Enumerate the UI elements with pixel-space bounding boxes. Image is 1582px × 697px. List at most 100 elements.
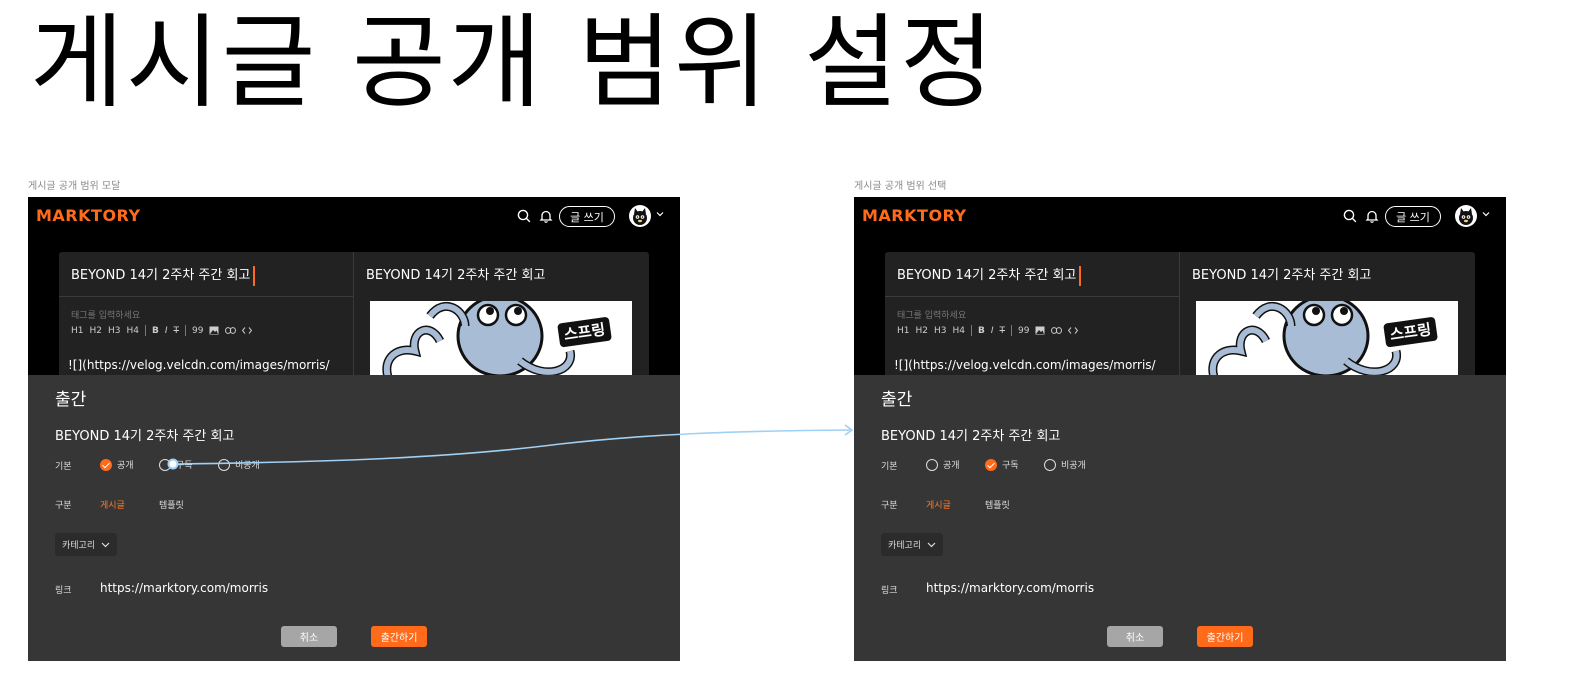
modal-post-title: BEYOND 14기 2주차 주간 회고 [881, 429, 1061, 444]
image-icon[interactable] [209, 326, 219, 335]
frame-label: 게시글 공개 범위 선택 [854, 181, 947, 192]
octopus-illustration: 스프링 [382, 301, 614, 382]
app-logo[interactable]: MARKTORY [862, 206, 967, 225]
radio-label: 구독 [176, 461, 193, 471]
divider [59, 296, 354, 297]
chevron-down-icon[interactable] [1481, 209, 1491, 219]
cancel-button[interactable]: 취소 [1107, 626, 1163, 647]
image-icon[interactable] [1035, 326, 1045, 335]
markdown-content[interactable]: ![](https://velog.velcdn.com/images/morr… [894, 358, 1156, 372]
radio-unchecked-icon [1044, 458, 1056, 471]
divider [885, 296, 1180, 297]
visibility-public-radio[interactable]: 공개 [100, 458, 134, 471]
bold-button[interactable]: B [978, 326, 985, 336]
bell-icon[interactable] [538, 208, 554, 224]
avatar[interactable] [1455, 205, 1477, 227]
markdown-toolbar: H1 H2 H3 H4 B I T 99 [71, 325, 253, 336]
tag-input[interactable]: 태그를 입력하세요 [897, 308, 966, 321]
h3-button[interactable]: H3 [934, 326, 947, 336]
h3-button[interactable]: H3 [108, 326, 121, 336]
category-label: 카테고리 [888, 541, 922, 551]
octopus-illustration: 스프링 [1208, 301, 1440, 382]
category-dropdown[interactable]: 카테고리 [881, 533, 944, 556]
h4-button[interactable]: H4 [127, 326, 140, 336]
category-label: 카테고리 [62, 541, 96, 551]
radio-checked-icon [100, 458, 112, 471]
kind-template-option[interactable]: 템플릿 [985, 498, 1010, 511]
radio-label: 비공개 [235, 461, 260, 471]
italic-button[interactable]: I [991, 326, 994, 336]
visibility-label: 기본 [55, 462, 72, 472]
kind-label: 구분 [881, 501, 898, 511]
markdown-content[interactable]: ![](https://velog.velcdn.com/images/morr… [68, 358, 330, 372]
radio-label: 구독 [1002, 461, 1019, 471]
title-text: BEYOND 14기 2주차 주간 회고 [897, 268, 1077, 283]
kind-post-option[interactable]: 게시글 [926, 498, 951, 511]
link-label: 링크 [881, 586, 898, 596]
visibility-private-radio[interactable]: 비공개 [1044, 458, 1086, 471]
publish-modal: 출간 BEYOND 14기 2주차 주간 회고 기본 공개 구독 비공개 구분 … [28, 375, 680, 661]
post-link[interactable]: https://marktory.com/morris [926, 581, 1094, 595]
search-icon[interactable] [516, 208, 532, 224]
italic-button[interactable]: I [165, 326, 168, 336]
code-icon[interactable] [242, 327, 253, 334]
visibility-subscribe-radio[interactable]: 구독 [159, 458, 193, 471]
chevron-down-icon [101, 542, 110, 547]
visibility-subscribe-radio[interactable]: 구독 [985, 458, 1019, 471]
modal-title: 출간 [55, 390, 87, 410]
h1-button[interactable]: H1 [71, 326, 84, 336]
preview-image: 스프링 [370, 301, 632, 382]
tag-input[interactable]: 태그를 입력하세요 [71, 308, 140, 321]
toolbar-separator [1011, 325, 1013, 336]
toolbar-separator [185, 325, 187, 336]
markdown-toolbar: H1 H2 H3 H4 B I T 99 [897, 325, 1079, 336]
preview-title: BEYOND 14기 2주차 주간 회고 [1192, 268, 1372, 283]
screen-visibility-modal: MARKTORY 글 쓰기 BEYOND 14기 2주차 주간 회고 태그를 입… [28, 197, 680, 661]
category-dropdown[interactable]: 카테고리 [55, 533, 118, 556]
modal-title: 출간 [881, 390, 913, 410]
h4-button[interactable]: H4 [953, 326, 966, 336]
frame-label: 게시글 공개 범위 모달 [28, 181, 121, 192]
post-link[interactable]: https://marktory.com/morris [100, 581, 268, 595]
code-icon[interactable] [1068, 327, 1079, 334]
publish-button[interactable]: 출간하기 [1197, 626, 1253, 647]
strikethrough-button[interactable]: T [174, 326, 180, 336]
radio-label: 비공개 [1061, 461, 1086, 471]
title-text: BEYOND 14기 2주차 주간 회고 [71, 268, 251, 283]
radio-label: 공개 [117, 461, 134, 471]
preview-image: 스프링 [1196, 301, 1458, 382]
post-editor: BEYOND 14기 2주차 주간 회고 태그를 입력하세요 H1 H2 H3 … [885, 252, 1475, 382]
h2-button[interactable]: H2 [916, 326, 929, 336]
visibility-public-radio[interactable]: 공개 [926, 458, 960, 471]
strikethrough-button[interactable]: T [1000, 326, 1006, 336]
kind-template-option[interactable]: 템플릿 [159, 498, 184, 511]
bell-icon[interactable] [1364, 208, 1380, 224]
preview-title: BEYOND 14기 2주차 주간 회고 [366, 268, 546, 283]
screen-visibility-selected: MARKTORY 글 쓰기 BEYOND 14기 2주차 주간 회고 태그를 입… [854, 197, 1506, 661]
quote-button[interactable]: 99 [1018, 326, 1029, 336]
avatar[interactable] [629, 205, 651, 227]
app-logo[interactable]: MARKTORY [36, 206, 141, 225]
chevron-down-icon[interactable] [655, 209, 665, 219]
link-icon[interactable] [1051, 327, 1063, 334]
radio-unchecked-icon [218, 458, 230, 471]
publish-button[interactable]: 출간하기 [371, 626, 427, 647]
link-icon[interactable] [225, 327, 237, 334]
title-input[interactable]: BEYOND 14기 2주차 주간 회고 [71, 264, 256, 286]
title-input[interactable]: BEYOND 14기 2주차 주간 회고 [897, 264, 1082, 286]
kind-post-option[interactable]: 게시글 [100, 498, 125, 511]
cancel-button[interactable]: 취소 [281, 626, 337, 647]
write-post-button[interactable]: 글 쓰기 [559, 206, 615, 227]
visibility-private-radio[interactable]: 비공개 [218, 458, 260, 471]
post-editor: BEYOND 14기 2주차 주간 회고 태그를 입력하세요 H1 H2 H3 … [59, 252, 649, 382]
bold-button[interactable]: B [152, 326, 159, 336]
h1-button[interactable]: H1 [897, 326, 910, 336]
h2-button[interactable]: H2 [90, 326, 103, 336]
app-header: MARKTORY 글 쓰기 [854, 197, 1506, 235]
modal-post-title: BEYOND 14기 2주차 주간 회고 [55, 429, 235, 444]
page-heading: 게시글 공개 범위 설정 [30, 4, 996, 123]
radio-unchecked-icon [159, 458, 171, 471]
write-post-button[interactable]: 글 쓰기 [1385, 206, 1441, 227]
quote-button[interactable]: 99 [192, 326, 203, 336]
search-icon[interactable] [1342, 208, 1358, 224]
